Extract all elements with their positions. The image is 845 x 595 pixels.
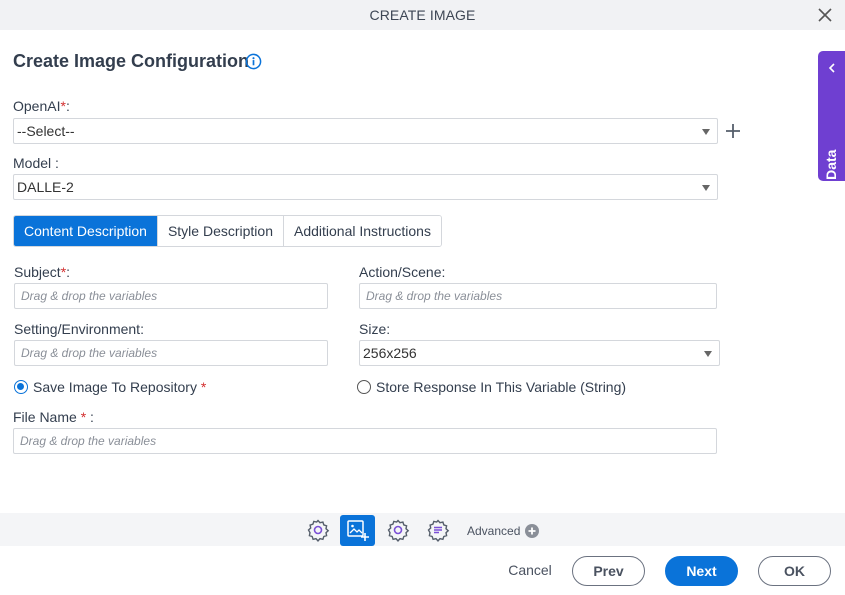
- create-image-step-button[interactable]: [340, 515, 375, 546]
- plus-circle-icon[interactable]: [525, 524, 539, 538]
- app-data-panel-toggle[interactable]: App Data: [818, 51, 845, 211]
- gear-icon[interactable]: [306, 518, 330, 542]
- close-icon[interactable]: [817, 7, 833, 23]
- size-select-value: 256x256: [363, 345, 417, 361]
- tab-additional-instructions[interactable]: Additional Instructions: [283, 216, 441, 246]
- chevron-left-icon: [828, 63, 835, 73]
- action-scene-input[interactable]: Drag & drop the variables: [359, 283, 717, 309]
- chevron-down-icon: [704, 351, 712, 357]
- model-select[interactable]: DALLE-2: [13, 174, 718, 200]
- setting-environment-input[interactable]: Drag & drop the variables: [14, 340, 328, 366]
- next-button[interactable]: Next: [665, 556, 738, 586]
- chevron-down-icon: [702, 185, 710, 191]
- bottom-toolbar: [0, 513, 845, 546]
- subject-input[interactable]: Drag & drop the variables: [14, 283, 328, 309]
- file-name-label: File Name * :: [13, 409, 94, 425]
- subject-label: Subject*:: [14, 264, 71, 280]
- model-select-value: DALLE-2: [17, 179, 74, 195]
- ok-button[interactable]: OK: [758, 556, 831, 586]
- info-icon[interactable]: [245, 53, 262, 70]
- dialog-titlebar: CREATE IMAGE: [0, 0, 845, 30]
- setting-environment-label: Setting/Environment:: [14, 321, 144, 337]
- openai-select[interactable]: --Select--: [13, 118, 718, 144]
- app-data-label: App Data: [823, 149, 839, 211]
- description-tabs: Content Description Style Description Ad…: [13, 215, 442, 247]
- page-title: Create Image Configuration: [13, 51, 250, 71]
- add-connection-icon[interactable]: [725, 123, 741, 139]
- model-label: Model :: [13, 155, 59, 171]
- dialog-title: CREATE IMAGE: [369, 7, 476, 23]
- action-scene-label: Action/Scene:: [359, 264, 446, 280]
- gear-list-icon[interactable]: [426, 518, 450, 542]
- save-to-repository-radio[interactable]: Save Image To Repository *: [14, 379, 206, 395]
- tab-style-description[interactable]: Style Description: [156, 216, 283, 246]
- radio-unselected-icon: [357, 380, 371, 394]
- size-select[interactable]: 256x256: [359, 340, 720, 366]
- settings-gear-icon[interactable]: [386, 518, 410, 542]
- store-response-radio[interactable]: Store Response In This Variable (String): [357, 379, 626, 395]
- tab-content-description[interactable]: Content Description: [14, 216, 157, 246]
- cancel-button[interactable]: Cancel: [503, 556, 557, 586]
- size-label: Size:: [359, 321, 391, 337]
- advanced-label[interactable]: Advanced: [467, 524, 520, 538]
- radio-selected-icon: [14, 380, 28, 394]
- openai-label: OpenAI*:: [13, 98, 70, 114]
- openai-select-value: --Select--: [17, 123, 75, 139]
- chevron-down-icon: [702, 129, 710, 135]
- prev-button[interactable]: Prev: [572, 556, 645, 586]
- file-name-input[interactable]: Drag & drop the variables: [13, 428, 717, 454]
- add-image-icon: [347, 520, 369, 541]
